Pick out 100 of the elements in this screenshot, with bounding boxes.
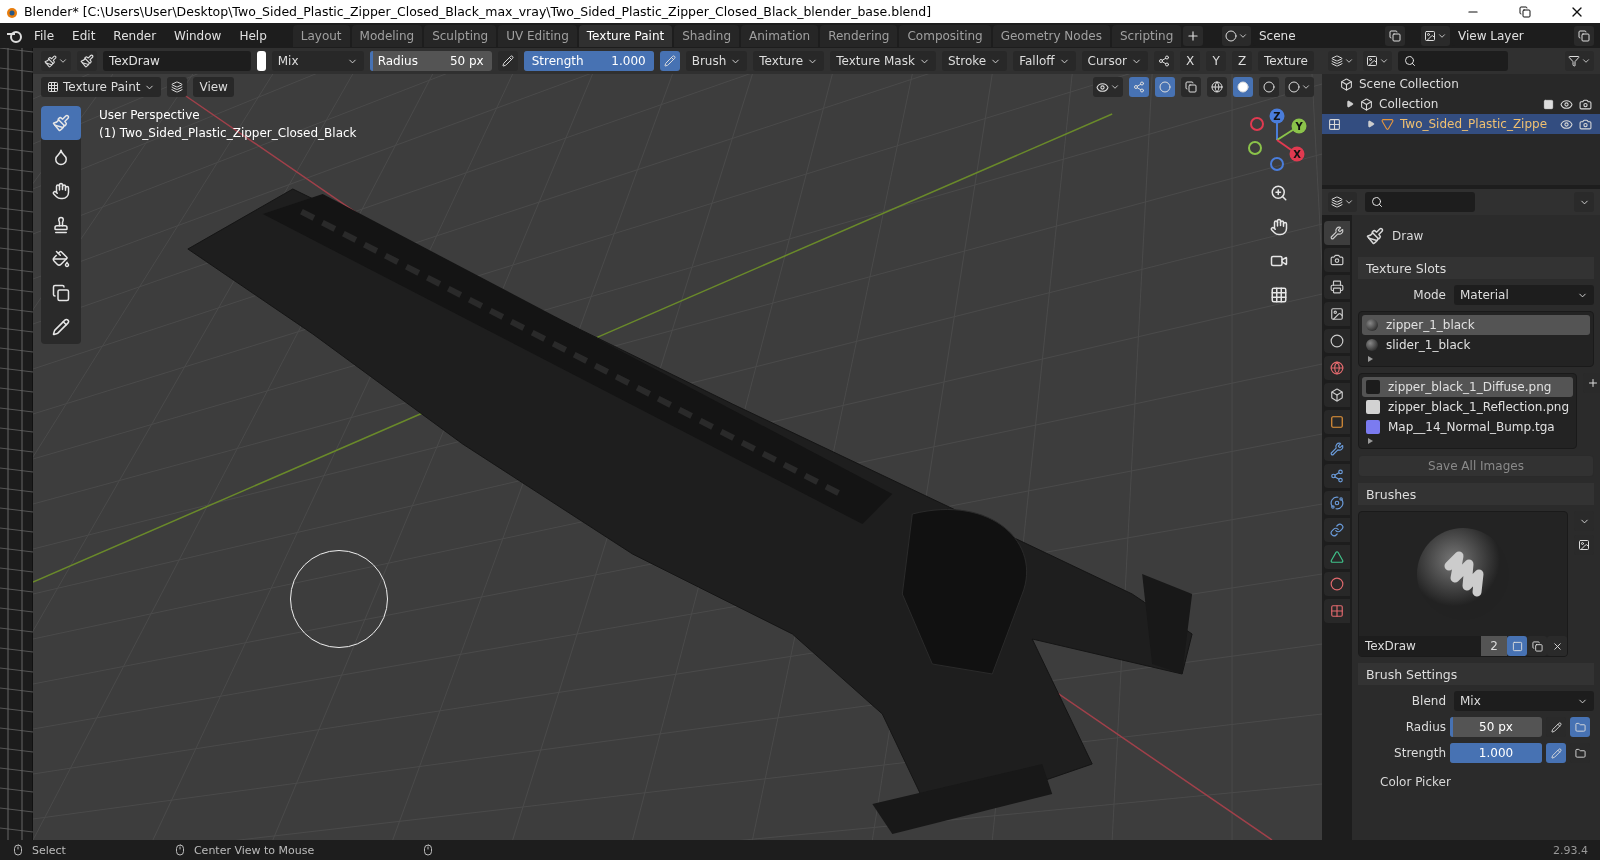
constraints-tab-icon[interactable] <box>1324 518 1350 542</box>
axis-arm[interactable] <box>1276 139 1305 162</box>
menu-item[interactable]: Edit <box>64 28 104 43</box>
image-stack-icon[interactable] <box>1363 51 1392 71</box>
save-all-images-button[interactable]: Save All Images <box>1358 455 1594 477</box>
axis-toggle[interactable]: X <box>1180 51 1201 71</box>
axis-dot[interactable] <box>1250 117 1264 131</box>
world-tab-icon[interactable] <box>1324 356 1350 380</box>
slider-field[interactable]: Strength 1.000 <box>523 51 654 71</box>
view-layer-tab-icon[interactable] <box>1324 302 1350 326</box>
wireframe-shading-icon[interactable] <box>1207 77 1227 97</box>
menu-item[interactable]: File <box>26 28 63 43</box>
color-swatch[interactable] <box>257 51 266 71</box>
gizmo-toggle-icon[interactable] <box>1129 77 1149 97</box>
workspace-tab[interactable]: Compositing <box>899 24 991 47</box>
image-slot[interactable]: zipper_black_1_Diffuse.png <box>1362 377 1574 397</box>
camera-icon[interactable] <box>1579 117 1592 131</box>
workspace-tab[interactable]: UV Editing <box>498 24 577 47</box>
slider-field[interactable]: 50 px <box>1450 717 1542 737</box>
overlay-toggle-icon[interactable] <box>1155 77 1175 97</box>
axis-toggle[interactable]: Y <box>1206 51 1227 71</box>
menu-item[interactable]: Render <box>105 28 165 43</box>
workspace-tab[interactable]: Modeling <box>351 24 423 47</box>
object-tab-icon[interactable] <box>1324 410 1350 434</box>
workspace-tab[interactable]: Shading <box>674 24 739 47</box>
pen-pressure-icon[interactable] <box>497 51 518 71</box>
filter-icon[interactable] <box>1565 51 1594 71</box>
eye-icon[interactable] <box>1560 117 1573 131</box>
material-slot[interactable]: slider_1_black <box>1362 335 1590 355</box>
add-workspace-icon[interactable] <box>1183 25 1204 46</box>
checkbox-icon[interactable] <box>1543 98 1554 110</box>
material-shading-icon[interactable] <box>1259 77 1279 97</box>
menu-dropdown[interactable]: Texture Mask <box>830 51 936 71</box>
brush-name-field[interactable]: TexDraw <box>103 51 251 71</box>
workspace-tab[interactable]: Rendering <box>820 24 898 47</box>
physics-tab-icon[interactable] <box>1324 491 1350 515</box>
symmetry-icon[interactable] <box>1154 51 1175 71</box>
paintbrush-icon[interactable] <box>77 51 97 71</box>
slider-field[interactable]: Radius 50 px <box>369 51 492 71</box>
menu-dropdown[interactable]: Brush <box>685 51 748 71</box>
scene-tab-icon[interactable] <box>1324 329 1350 353</box>
layers-icon[interactable] <box>167 77 188 97</box>
scene-icon[interactable] <box>1222 25 1251 46</box>
mode-dropdown[interactable]: Material <box>1454 285 1594 305</box>
menu-item[interactable]: Help <box>231 28 275 43</box>
blend-dropdown[interactable]: Mix <box>1454 691 1594 711</box>
workspace-tab[interactable]: Texture Paint <box>578 24 673 47</box>
xray-icon[interactable] <box>1181 77 1201 97</box>
slider-field[interactable]: 1.000 <box>1450 743 1542 763</box>
axis-dot[interactable] <box>1270 157 1284 171</box>
material-tab-icon[interactable] <box>1324 572 1350 596</box>
expand-icon[interactable] <box>1346 100 1354 108</box>
output-tab-icon[interactable] <box>1324 275 1350 299</box>
solid-shading-icon[interactable] <box>1233 77 1253 97</box>
panel-header[interactable]: Brush Settings <box>1358 663 1594 685</box>
render-tab-icon[interactable] <box>1324 248 1350 272</box>
workspace-tab[interactable]: Scripting <box>1111 24 1182 47</box>
collection-tab-icon[interactable] <box>1324 383 1350 407</box>
menu-dropdown[interactable]: Cursor <box>1081 51 1149 71</box>
pen-pressure-icon[interactable] <box>659 51 680 71</box>
material-slot[interactable]: zipper_1_black <box>1362 315 1590 335</box>
menu-dropdown[interactable]: Stroke <box>941 51 1008 71</box>
outliner-row[interactable]: Two_Sided_Plastic_Zippe <box>1322 114 1600 134</box>
copy-icon[interactable] <box>1574 25 1594 46</box>
mode-dropdown[interactable]: Texture Paint <box>41 77 162 97</box>
texture-dropdown[interactable]: Texture <box>1258 51 1314 71</box>
image-slot[interactable]: Map__14_Normal_Bump.tga <box>1362 417 1574 437</box>
axis-toggle[interactable]: Z <box>1232 51 1253 71</box>
menu-dropdown[interactable]: Texture <box>753 51 825 71</box>
search-field[interactable] <box>1365 192 1475 212</box>
display-mode-icon[interactable] <box>1328 51 1357 71</box>
draw-tool-icon[interactable] <box>41 106 81 140</box>
panel-header[interactable]: Texture Slots <box>1358 257 1594 279</box>
eye-icon[interactable] <box>1560 97 1573 111</box>
modifiers-tab-icon[interactable] <box>1324 437 1350 461</box>
visibility-icon[interactable] <box>1093 77 1123 97</box>
image-stack-icon[interactable] <box>1421 25 1450 46</box>
brush-name-field[interactable]: TexDraw <box>1359 636 1481 656</box>
workspace-tab[interactable]: Sculpting <box>424 24 497 47</box>
camera-icon[interactable] <box>1579 97 1592 111</box>
view-menu[interactable]: View <box>193 77 234 97</box>
tool-tab-icon[interactable] <box>1324 221 1350 245</box>
editor-type-icon[interactable] <box>1328 192 1357 212</box>
rendered-shading-icon[interactable] <box>1285 77 1314 97</box>
axis-arm[interactable] <box>1269 108 1285 141</box>
blend-dropdown[interactable]: Mix <box>271 51 364 71</box>
particles-tab-icon[interactable] <box>1324 464 1350 488</box>
copy-icon[interactable] <box>1385 25 1405 46</box>
workspace-tab[interactable]: Animation <box>741 24 819 47</box>
search-field[interactable] <box>1398 51 1508 71</box>
brush-mode-icon[interactable] <box>41 51 71 71</box>
user-count[interactable]: 2 <box>1481 636 1507 656</box>
duplicate-icon[interactable] <box>1527 636 1547 656</box>
workspace-tab[interactable]: Layout <box>292 24 350 47</box>
subpanel-header[interactable]: Color Picker <box>1380 775 1451 789</box>
data-tab-icon[interactable] <box>1324 545 1350 569</box>
outliner-row[interactable]: Scene Collection <box>1322 74 1600 94</box>
workspace-tab[interactable]: Geometry Nodes <box>992 24 1110 47</box>
expand-icon[interactable] <box>1367 120 1375 128</box>
panel-header[interactable]: Brushes <box>1358 483 1594 505</box>
